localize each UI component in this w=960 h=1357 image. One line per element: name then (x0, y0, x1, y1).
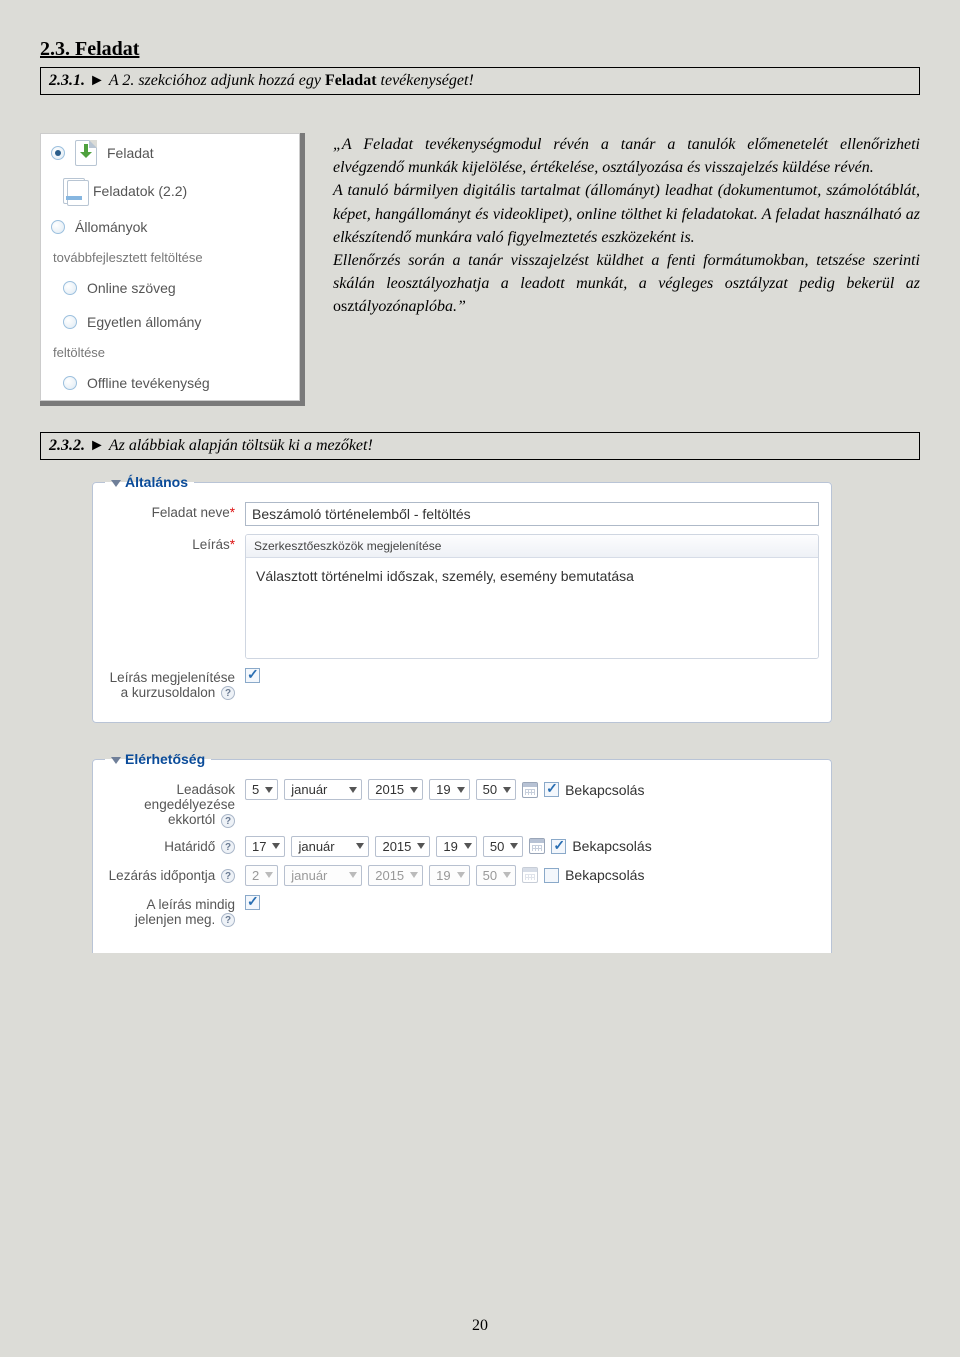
task-text: A 2. szekcióhoz adjunk hozzá egy Feladat… (109, 72, 474, 89)
select[interactable]: 2015 (368, 779, 423, 800)
label-always-show: A leírás mindig jelenjen meg. ? (105, 894, 245, 927)
task-box-231: 2.3.1. ► A 2. szekcióhoz adjunk hozzá eg… (40, 67, 920, 95)
task-box-232: 2.3.2. ► Az alábbiak alapján töltsük ki … (40, 432, 920, 460)
radio-icon[interactable] (63, 376, 77, 390)
description-editor[interactable]: Szerkesztőeszközök megjelenítése Választ… (245, 534, 819, 659)
date-row-label: Határidő ? (105, 836, 245, 854)
help-icon[interactable]: ? (221, 840, 235, 854)
activity-label: Offline tevékenység (87, 375, 210, 391)
legend-general[interactable]: Általános (105, 474, 194, 490)
checkbox-always-show[interactable] (245, 895, 260, 910)
activity-option[interactable]: Feladatok (2.2) (41, 172, 299, 210)
chevron-down-icon (265, 787, 273, 793)
activity-option[interactable]: Offline tevékenység (41, 366, 299, 400)
date-row-label: Leadások engedélyezése ekkortól ? (105, 779, 245, 827)
select[interactable]: 19 (436, 836, 476, 857)
activity-option[interactable]: Online szöveg (41, 271, 299, 305)
fieldset-availability: Elérhetőség Leadások engedélyezése ekkor… (92, 751, 832, 953)
label-show-description: Leírás megjelenítése a kurzusoldalon ? (105, 667, 245, 700)
select: 19 (429, 865, 469, 886)
enable-label: Bekapcsolás (572, 838, 651, 854)
chevron-down-icon (464, 843, 472, 849)
activity-picker-panel: Feladat Feladatok (2.2) Állományok továbbfe… (40, 133, 305, 406)
radio-icon[interactable] (51, 220, 65, 234)
select[interactable]: 5 (245, 779, 278, 800)
activity-label: Feladatok (2.2) (93, 183, 187, 199)
caret-down-icon (111, 757, 121, 764)
chevron-down-icon (457, 872, 465, 878)
chevron-down-icon (503, 787, 511, 793)
chevron-down-icon (349, 872, 357, 878)
select: 2015 (368, 865, 423, 886)
input-task-name[interactable] (245, 502, 819, 526)
caret-down-icon (111, 480, 121, 487)
legend-availability[interactable]: Elérhetőség (105, 751, 211, 767)
select[interactable]: január (284, 779, 362, 800)
label-task-name: Feladat neve* (105, 502, 245, 520)
select[interactable]: 19 (429, 779, 469, 800)
task-number: 2.3.1. (49, 72, 85, 89)
checkbox-show-description[interactable] (245, 668, 260, 683)
date-row-label: Lezárás időpontja ? (105, 865, 245, 883)
section-heading: 2.3. Feladat (40, 38, 920, 61)
label-description: Leírás* (105, 534, 245, 552)
checkbox-enable-date[interactable] (544, 868, 559, 883)
select[interactable]: 2015 (375, 836, 430, 857)
activity-label: Feladat (107, 145, 154, 161)
help-icon[interactable]: ? (221, 869, 235, 883)
editor-toolbar-toggle[interactable]: Szerkesztőeszközök megjelenítése (246, 535, 818, 558)
help-icon[interactable]: ? (221, 913, 235, 927)
activity-label: Állományok (75, 219, 147, 235)
play-arrow-icon: ► (89, 437, 105, 454)
chevron-down-icon (410, 787, 418, 793)
radio-icon[interactable] (63, 315, 77, 329)
chevron-down-icon (265, 872, 273, 878)
activity-option: feltöltése (41, 339, 299, 366)
select: 50 (476, 865, 516, 886)
radio-icon[interactable] (51, 146, 65, 160)
chevron-down-icon (272, 843, 280, 849)
radio-icon[interactable] (63, 281, 77, 295)
activity-option[interactable]: Feladat (41, 134, 299, 172)
activity-option[interactable]: Állományok (41, 210, 299, 244)
select[interactable]: január (291, 836, 369, 857)
enable-label: Bekapcsolás (565, 782, 644, 798)
select[interactable]: 50 (476, 779, 516, 800)
page-number: 20 (0, 1317, 960, 1335)
chevron-down-icon (457, 787, 465, 793)
help-icon[interactable]: ? (221, 814, 235, 828)
checkbox-enable-date[interactable] (544, 782, 559, 797)
select[interactable]: 50 (483, 836, 523, 857)
chevron-down-icon (510, 843, 518, 849)
select[interactable]: 17 (245, 836, 285, 857)
activity-label: Egyetlen állomány (87, 314, 201, 330)
task-number: 2.3.2. (49, 437, 85, 454)
play-arrow-icon: ► (89, 72, 105, 89)
file-upload-icon (75, 140, 97, 166)
calendar-icon (522, 867, 538, 883)
chevron-down-icon (410, 872, 418, 878)
fieldset-general: Általános Feladat neve* Leírás* Szerkesz… (92, 474, 832, 723)
description-quote: „A Feladat tevékenységmodul révén a taná… (333, 133, 920, 319)
activity-option: továbbfejlesztett feltöltése (41, 244, 299, 271)
help-icon[interactable]: ? (221, 686, 235, 700)
checkbox-enable-date[interactable] (551, 839, 566, 854)
editor-content[interactable]: Választott történelmi időszak, személy, … (246, 558, 818, 658)
chevron-down-icon (356, 843, 364, 849)
chevron-down-icon (417, 843, 425, 849)
select: 2 (245, 865, 278, 886)
activity-label: Online szöveg (87, 280, 176, 296)
chevron-down-icon (503, 872, 511, 878)
enable-label: Bekapcsolás (565, 867, 644, 883)
calendar-icon[interactable] (529, 838, 545, 854)
activity-option[interactable]: Egyetlen állomány (41, 305, 299, 339)
activity-label: feltöltése (53, 345, 105, 360)
file-stack-icon (63, 178, 85, 204)
activity-label: továbbfejlesztett feltöltése (53, 250, 203, 265)
select: január (284, 865, 362, 886)
calendar-icon[interactable] (522, 782, 538, 798)
chevron-down-icon (349, 787, 357, 793)
task-text: Az alábbiak alapján töltsük ki a mezőket… (109, 437, 373, 454)
